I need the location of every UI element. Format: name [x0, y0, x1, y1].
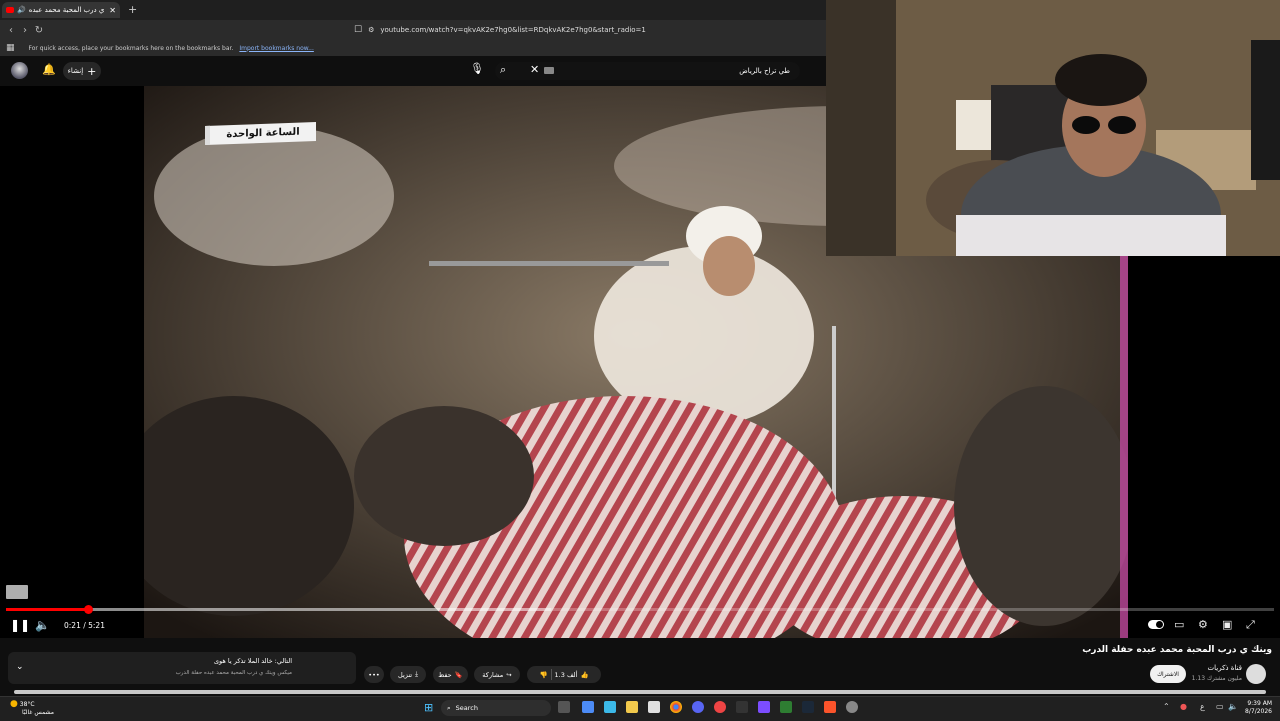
- steam-icon[interactable]: [802, 701, 814, 713]
- like-count[interactable]: 1.3 ألف: [555, 671, 578, 679]
- weather-temp: 38°C: [19, 701, 35, 708]
- like-icon[interactable]: 👍: [580, 671, 588, 679]
- webcam-scene: [826, 0, 1280, 256]
- dislike-icon[interactable]: 👎: [539, 671, 547, 679]
- clear-search-icon[interactable]: ✕: [530, 63, 539, 76]
- time-display: 0:21 / 5:21: [58, 617, 111, 633]
- autoplay-toggle[interactable]: [1148, 620, 1164, 629]
- system-clock[interactable]: 9:39 AM 8/7/2026: [1240, 700, 1272, 716]
- reload-icon[interactable]: ↻: [32, 25, 46, 36]
- mic-tray-icon[interactable]: ●: [1180, 702, 1187, 711]
- task-view-icon[interactable]: [558, 701, 570, 713]
- download-icon: ⤓: [415, 670, 418, 678]
- discord-icon[interactable]: [692, 701, 704, 713]
- playlist-subtitle: ميكس وينك ي درب المحبة محمد عبده حفلة ال…: [175, 670, 292, 676]
- weather-desc: مشمس غالبًا: [22, 709, 55, 716]
- app-icon-4[interactable]: [780, 701, 792, 713]
- bookmarks-prompt: For quick access, place your bookmarks h…: [28, 44, 234, 52]
- app-icon-2[interactable]: [736, 701, 748, 713]
- import-bookmarks-link[interactable]: Import bookmarks now...: [239, 45, 314, 52]
- sun-icon: ●: [10, 699, 18, 709]
- subtitle-thumbnail-box: [6, 585, 28, 599]
- store-icon[interactable]: [648, 701, 660, 713]
- subtitles-icon[interactable]: ▭: [1174, 618, 1184, 631]
- subscriber-count: 1.13 مليون مشترك: [1191, 675, 1242, 682]
- brave-icon[interactable]: [824, 701, 836, 713]
- share-button[interactable]: مشاركة ↪: [474, 666, 520, 683]
- close-tab-icon[interactable]: ✕: [109, 6, 116, 15]
- taskbar-search-label: Search: [455, 704, 478, 712]
- taskbar-search[interactable]: ⌕ Search: [441, 700, 551, 716]
- audio-playing-icon[interactable]: 🔊: [17, 6, 26, 14]
- video-title: وينك ي درب المحبة محمد عبده حفلة الدرب: [1082, 645, 1272, 655]
- pause-icon[interactable]: ❚❚: [10, 618, 30, 632]
- like-dislike-group: 👎 1.3 ألف 👍: [527, 666, 601, 683]
- bookmarks-bar: ▦ For quick access, place your bookmarks…: [0, 40, 826, 56]
- forward-icon[interactable]: ›: [18, 25, 32, 36]
- tab-title: وينك ي درب المحبة محمد عبده: [28, 6, 107, 14]
- download-label: تنزيل: [398, 670, 413, 679]
- progress-bar-played: [6, 608, 89, 611]
- network-icon[interactable]: ▭: [1216, 702, 1224, 711]
- windows-start-icon[interactable]: ⊞: [424, 701, 436, 714]
- app-icon-3[interactable]: [758, 701, 770, 713]
- search-query-text[interactable]: طي تراح بالرياض: [739, 67, 790, 75]
- chevron-up-icon[interactable]: ⌃: [1163, 702, 1170, 711]
- bookmark-star-icon[interactable]: ☐: [354, 25, 362, 35]
- like-separator: [550, 669, 552, 680]
- next-video-title[interactable]: التالي: خالد الملا تذكر يا هوى: [60, 657, 292, 665]
- notification-app-icon[interactable]: [714, 701, 726, 713]
- download-button[interactable]: تنزيل ⤓: [390, 666, 426, 683]
- volume-icon[interactable]: 🔈: [35, 618, 50, 632]
- microphone-icon[interactable]: 🎙: [470, 62, 484, 75]
- clock-time: 9:39 AM: [1247, 700, 1272, 707]
- site-info-icon[interactable]: ⚙: [368, 26, 374, 34]
- chrome-icon[interactable]: [670, 701, 682, 713]
- more-actions-button[interactable]: •••: [364, 666, 384, 683]
- bookmark-icon: 🔖: [454, 670, 463, 679]
- horizontal-scrollbar[interactable]: [14, 690, 1266, 694]
- notifications-bell-icon[interactable]: 🔔: [42, 63, 56, 76]
- search-icon: ⌕: [447, 703, 451, 712]
- address-bar[interactable]: ☐ ⚙ youtube.com/watch?v=qkvAK2e7hg0&list…: [354, 23, 820, 37]
- save-label: حفظ: [438, 670, 452, 679]
- tab-bar: [0, 0, 826, 20]
- youtube-favicon-icon: [6, 7, 14, 13]
- subscribe-button[interactable]: الاشتراك: [1150, 665, 1186, 683]
- search-icon[interactable]: ⌕: [500, 63, 506, 77]
- file-explorer-icon[interactable]: [626, 701, 638, 713]
- fullscreen-icon[interactable]: ⤢: [1246, 618, 1255, 632]
- avatar[interactable]: [11, 62, 28, 79]
- edge-icon[interactable]: [604, 701, 616, 713]
- weather-widget[interactable]: ● 38°C مشمس غالبًا: [10, 700, 54, 717]
- channel-avatar[interactable]: [1246, 664, 1266, 684]
- new-tab-button[interactable]: +: [128, 3, 137, 16]
- create-button[interactable]: إنشاء +: [63, 62, 101, 80]
- search-input[interactable]: طي تراح بالرياض: [495, 62, 800, 80]
- channel-name[interactable]: قناة ذكريات: [1190, 664, 1242, 672]
- chevron-down-icon[interactable]: ⌄: [16, 662, 24, 672]
- windows-taskbar: [0, 696, 1280, 721]
- create-label: إنشاء: [67, 67, 84, 75]
- keyboard-icon[interactable]: [544, 67, 554, 74]
- apps-grid-icon[interactable]: ▦: [6, 43, 15, 53]
- back-icon[interactable]: ‹: [4, 25, 18, 36]
- webcam-overlay: [826, 0, 1280, 256]
- input-language[interactable]: ع: [1200, 702, 1205, 711]
- save-button[interactable]: حفظ 🔖: [433, 666, 468, 683]
- settings-gear-icon[interactable]: ⚙: [1198, 618, 1208, 631]
- url-text[interactable]: youtube.com/watch?v=qkvAK2e7hg0&list=RDq…: [380, 26, 646, 34]
- clock-date: 8/7/2026: [1245, 708, 1272, 715]
- settings-app-icon[interactable]: [846, 701, 858, 713]
- speaker-icon[interactable]: 🔈: [1228, 702, 1238, 711]
- theater-mode-icon[interactable]: ▣: [1222, 618, 1232, 631]
- plus-icon: +: [87, 64, 97, 78]
- share-icon: ↪: [506, 670, 512, 679]
- browser-tab[interactable]: 🔊 وينك ي درب المحبة محمد عبده ✕: [2, 2, 120, 18]
- channel-overlay-logo: الساعة الواحدة: [205, 122, 316, 145]
- share-label: مشاركة: [482, 670, 504, 679]
- app-icon-1[interactable]: [582, 701, 594, 713]
